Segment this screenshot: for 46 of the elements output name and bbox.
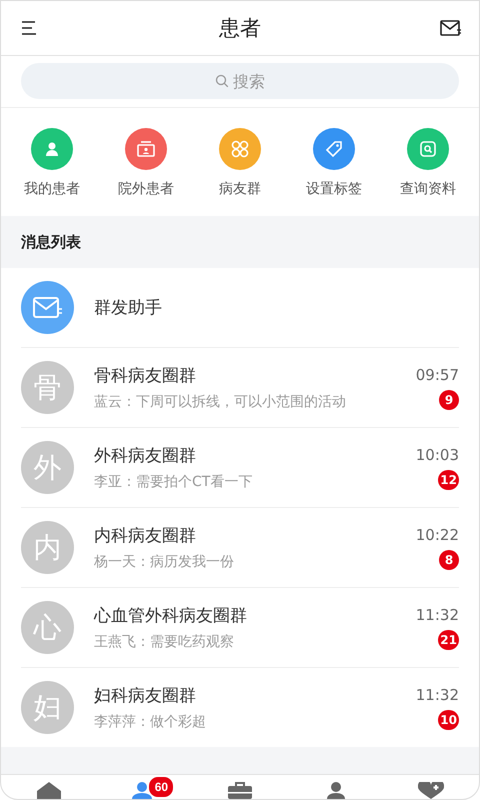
- section-title: 消息列表: [21, 232, 81, 252]
- chat-name[interactable]: 妇科病友圈群: [94, 684, 396, 707]
- menu-icon: [21, 21, 37, 35]
- home-icon: [36, 782, 61, 799]
- shortcut-label: 病友群: [219, 180, 261, 198]
- tab-button[interactable]: 60: [114, 775, 174, 799]
- shortcut-item[interactable]: 病友群: [195, 128, 285, 198]
- shortcut-item[interactable]: 设置标签: [289, 128, 379, 198]
- unread-badge: 21: [438, 630, 459, 650]
- shortcut-item[interactable]: 我的患者: [7, 128, 97, 198]
- envelope-icon: [32, 296, 62, 320]
- shortcut-label: 设置标签: [306, 180, 362, 198]
- chat-name[interactable]: 骨科病友圈群: [94, 364, 396, 387]
- clover-icon: [230, 139, 250, 159]
- search-icon: [215, 74, 229, 88]
- envelope-icon: [440, 20, 462, 36]
- tag-icon: [324, 139, 344, 159]
- unread-badge: 10: [438, 710, 459, 730]
- page-title: 患者: [219, 15, 261, 42]
- id-card-icon: [136, 140, 156, 158]
- chat-message: 杨一天：病历发我一份: [94, 553, 235, 571]
- document-search-icon: [418, 139, 438, 159]
- shortcut-label: 查询资料: [400, 180, 456, 198]
- shortcut-label: 我的患者: [24, 180, 80, 198]
- chat-time: 09:57: [416, 366, 459, 384]
- chat-name[interactable]: 外科病友圈群: [94, 444, 396, 467]
- search-field[interactable]: 搜索: [21, 63, 459, 99]
- broadcast-title[interactable]: 群发助手: [94, 296, 162, 319]
- chat-message: 李萍萍：做个彩超: [94, 713, 207, 731]
- shortcut-item[interactable]: 院外患者: [101, 128, 191, 198]
- shortcut-label: 院外患者: [118, 180, 174, 198]
- unread-badge: 9: [439, 390, 459, 410]
- tab-badge: 60: [148, 776, 174, 798]
- chat-time: 10:22: [416, 526, 459, 544]
- chat-name[interactable]: 内科病友圈群: [94, 524, 396, 547]
- shortcut-item[interactable]: 查询资料: [383, 128, 473, 198]
- chat-time: 11:32: [416, 606, 459, 624]
- chat-message: 王燕飞：需要吃药观察: [94, 633, 235, 651]
- unread-badge: 12: [438, 470, 459, 490]
- person-icon: [43, 140, 61, 158]
- chat-message: 蓝云：下周可以拆线，可以小范围的活动: [94, 393, 347, 411]
- chat-message: 李亚：需要拍个CT看一下: [94, 473, 254, 491]
- chat-time: 10:03: [416, 446, 459, 464]
- chat-time: 11:32: [416, 686, 459, 704]
- chat-name[interactable]: 心血管外科病友圈群: [94, 604, 396, 627]
- unread-badge: 8: [439, 550, 459, 570]
